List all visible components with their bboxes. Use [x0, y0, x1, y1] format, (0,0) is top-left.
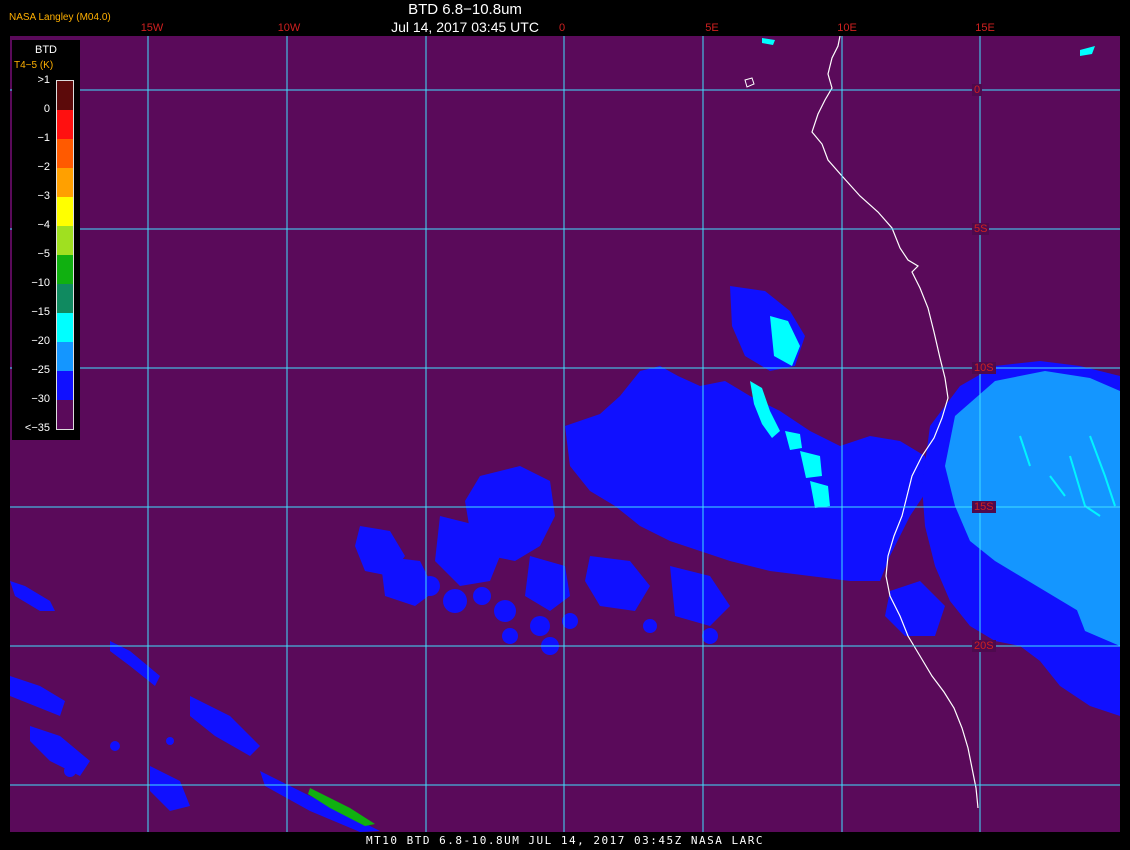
- datetime-label: Jul 14, 2017 03:45 UTC: [391, 19, 539, 35]
- legend-swatch: [57, 139, 73, 168]
- footer-text: MT10 BTD 6.8-10.8UM JUL 14, 2017 03:45Z …: [365, 834, 764, 847]
- legend-subtitle: T4−5 (K): [14, 60, 54, 71]
- legend-tick-label: −15: [31, 306, 50, 318]
- lon-label-15w: 15W: [140, 22, 164, 34]
- legend-swatch: [57, 226, 73, 255]
- lat-label-10s: 10S: [972, 362, 996, 374]
- legend-swatch: [57, 255, 73, 284]
- color-legend: BTD T4−5 (K) >1 0 −1 −2 −3 −4 −5 −10 −15 −20 −25 −3…: [12, 40, 80, 440]
- legend-swatch: [57, 400, 73, 429]
- lon-label-5e: 5E: [705, 22, 719, 34]
- lat-label-5s: 5S: [972, 223, 990, 235]
- legend-tick-label: >1: [37, 74, 50, 86]
- legend-tick-label: −5: [37, 248, 50, 260]
- satellite-map[interactable]: [10, 36, 1120, 832]
- legend-title: BTD: [35, 44, 57, 56]
- lon-label-15e: 15E: [975, 22, 995, 34]
- legend-tick-label: −2: [37, 161, 50, 173]
- legend-swatch: [57, 168, 73, 197]
- header-bar: NASA Langley (M04.0) BTD 6.8−10.8um Jul …: [0, 0, 1130, 36]
- legend-tick-label: <−35: [24, 422, 50, 434]
- legend-swatch: [57, 197, 73, 226]
- lat-label-15s: 15S: [972, 501, 996, 513]
- legend-tick-label: −20: [31, 335, 50, 347]
- legend-color-bar: [56, 80, 74, 430]
- footer-bar: MT10 BTD 6.8-10.8UM JUL 14, 2017 03:45Z …: [0, 832, 1130, 850]
- legend-swatch: [57, 110, 73, 139]
- lon-label-10e: 10E: [837, 22, 857, 34]
- legend-tick-label: −25: [31, 364, 50, 376]
- legend-tick-label: 0: [43, 103, 50, 115]
- legend-tick-label: −4: [37, 219, 50, 231]
- legend-tick-label: −30: [31, 393, 50, 405]
- product-title: BTD 6.8−10.8um: [408, 1, 522, 18]
- lat-label-0: 0: [972, 84, 983, 96]
- legend-swatch: [57, 81, 73, 110]
- legend-tick-label: −10: [31, 277, 50, 289]
- legend-tick-label: −1: [37, 132, 50, 144]
- lat-label-20s: 20S: [972, 640, 996, 652]
- lon-label-10w: 10W: [277, 22, 301, 34]
- lon-label-0: 0: [558, 22, 566, 34]
- legend-tick-label: −3: [37, 190, 50, 202]
- legend-swatch: [57, 313, 73, 342]
- legend-swatch: [57, 371, 73, 400]
- legend-swatch: [57, 284, 73, 313]
- legend-swatch: [57, 342, 73, 371]
